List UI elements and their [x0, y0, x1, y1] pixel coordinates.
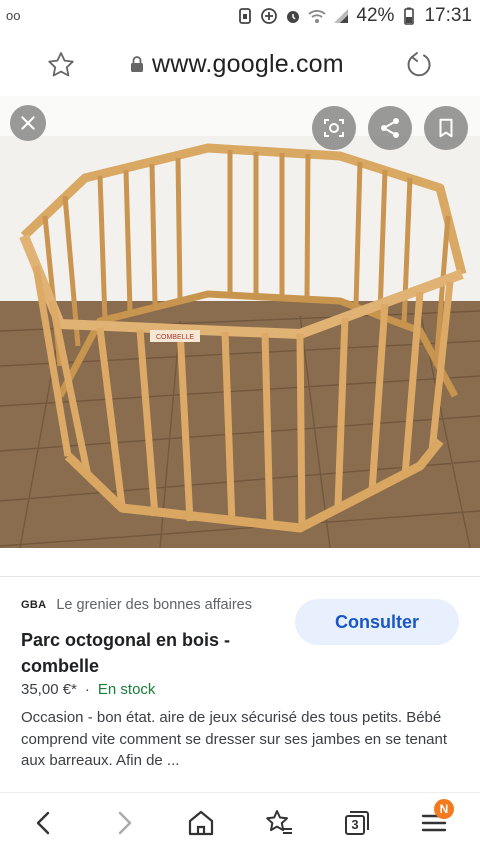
status-bar: oo 42% 17:31 — [0, 0, 480, 34]
sim-icon — [236, 7, 254, 25]
chevron-left-icon — [36, 811, 50, 835]
reload-icon[interactable] — [404, 50, 434, 80]
home-icon — [188, 810, 214, 836]
bookmark-icon — [439, 118, 453, 138]
price-separator: · — [84, 681, 90, 698]
home-button[interactable] — [185, 807, 217, 839]
status-icons: 42% 17:31 — [236, 5, 472, 27]
signal-icon — [332, 7, 350, 25]
source-row[interactable]: GBA Le grenier des bonnes affaires — [21, 597, 252, 613]
star-list-icon — [266, 810, 292, 834]
clock-time: 17:31 — [424, 5, 472, 26]
bottom-nav: 3 — [0, 792, 480, 853]
url-text[interactable]: www.google.com — [152, 50, 344, 79]
voicemail-icon: oo — [6, 8, 21, 23]
battery-percent: 42% — [356, 5, 395, 26]
forward-button[interactable] — [108, 807, 140, 839]
star-outline-icon[interactable] — [46, 50, 76, 80]
price-row: 35,00 €* · En stock — [21, 681, 155, 698]
tabs-count: 3 — [351, 817, 359, 832]
chevron-right-icon — [118, 811, 132, 835]
source-logo: GBA — [21, 599, 47, 611]
data-saver-icon — [260, 7, 278, 25]
product-photo: COMBELLE — [0, 96, 480, 548]
bookmarks-button[interactable] — [263, 807, 295, 839]
close-button[interactable] — [10, 105, 46, 141]
result-title[interactable]: Parc octogonal en bois - combelle — [21, 627, 281, 679]
share-icon — [381, 118, 399, 138]
stock-status: En stock — [97, 681, 156, 698]
product-brand-label: COMBELLE — [156, 334, 194, 341]
close-icon — [21, 116, 35, 130]
alarm-icon — [284, 7, 302, 25]
result-description: Occasion - bon état. aire de jeux sécuri… — [21, 709, 448, 769]
wifi-icon — [308, 7, 327, 25]
menu-notification-badge: N — [434, 799, 454, 819]
lens-icon — [324, 119, 344, 137]
image-viewer[interactable]: COMBELLE — [0, 96, 480, 548]
card-divider — [0, 576, 480, 577]
tabs-button[interactable]: 3 — [340, 807, 372, 839]
save-button[interactable] — [424, 106, 468, 150]
lens-button[interactable] — [312, 106, 356, 150]
lock-icon — [129, 55, 145, 73]
browser-url-bar: www.google.com — [0, 34, 480, 96]
battery-icon — [400, 7, 418, 25]
back-button[interactable] — [28, 807, 60, 839]
share-button[interactable] — [368, 106, 412, 150]
price: 35,00 €* — [21, 681, 77, 698]
source-name: Le grenier des bonnes affaires — [56, 597, 252, 613]
consult-button[interactable]: Consulter — [295, 599, 459, 645]
